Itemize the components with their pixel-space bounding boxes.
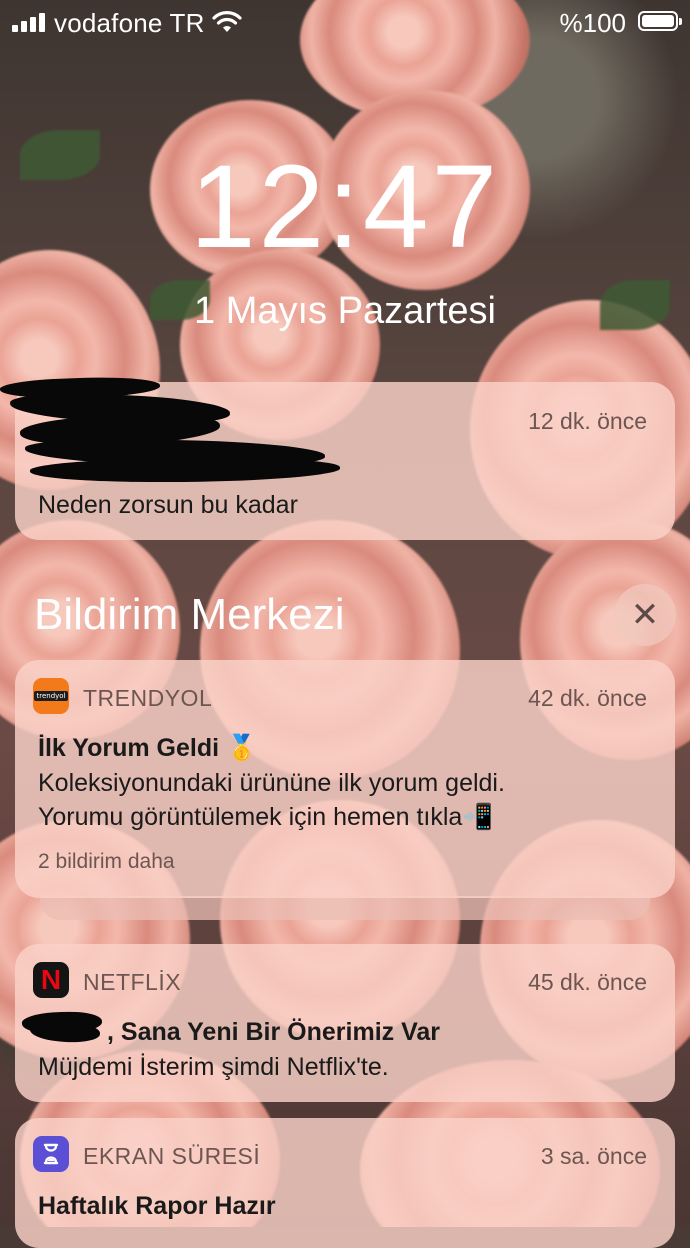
stacked-notification-edge[interactable] (40, 896, 650, 920)
notification-card-netflix[interactable]: N NETFLİX 45 dk. önce , Sana Yeni Bir Ön… (15, 944, 675, 1102)
carrier-name: vodafone TR (54, 8, 205, 38)
notification-body: Neden zorsun bu kadar (38, 491, 298, 519)
notification-body-line1: Koleksiyonundaki ürününe ilk yorum geldi… (38, 769, 505, 797)
notification-body-line2: Yorumu görüntülemek için hemen tıkla📲 (38, 803, 494, 831)
notification-title: İlk Yorum Geldi 🥇 (38, 734, 258, 762)
trendyol-icon: trendyol (33, 678, 69, 714)
lock-screen-date: 1 Mayıs Pazartesi (194, 290, 496, 332)
notification-time: 3 sa. önce (540, 1143, 647, 1169)
lock-screen-time: 12:47 (189, 141, 501, 273)
notification-time: 45 dk. önce (528, 969, 647, 995)
notification-body: Müjdemi İsterim şimdi Netflix'te. (38, 1053, 389, 1081)
notification-time: 42 dk. önce (528, 685, 647, 711)
signal-bars-icon (12, 12, 45, 32)
hourglass-icon (33, 1136, 69, 1172)
netflix-icon: N (33, 962, 69, 998)
more-notifications-count[interactable]: 2 bildirim daha (38, 850, 175, 874)
notification-app-name: EKRAN SÜRESİ (83, 1143, 261, 1169)
wifi-icon (212, 11, 242, 32)
notification-app-name: TRENDYOL (83, 685, 213, 711)
battery-percentage: %100 (559, 8, 627, 38)
notification-card-screen-time[interactable]: EKRAN SÜRESİ 3 sa. önce Haftalık Rapor H… (15, 1118, 675, 1248)
notification-card-trendyol[interactable]: trendyol TRENDYOL 42 dk. önce İlk Yorum … (15, 660, 675, 898)
close-icon[interactable]: ✕ (614, 584, 676, 646)
status-bar: vodafone TR %100 (0, 0, 690, 44)
notification-center-title: Bildirim Merkezi (34, 590, 345, 639)
battery-icon (638, 11, 682, 31)
notification-time: 12 dk. önce (528, 408, 647, 434)
notification-title: Haftalık Rapor Hazır (38, 1192, 276, 1220)
notification-title: , Sana Yeni Bir Önerimiz Var (107, 1018, 441, 1046)
notification-app-name: NETFLİX (83, 969, 182, 995)
